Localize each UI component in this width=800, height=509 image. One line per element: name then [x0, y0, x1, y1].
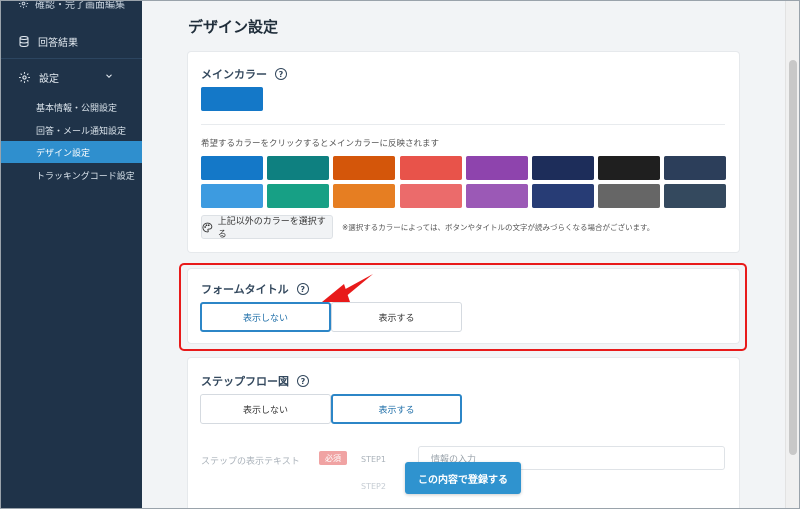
- sidebar-item-mail-settings[interactable]: 回答・メール通知設定: [0, 119, 142, 141]
- color-swatch[interactable]: [399, 184, 462, 208]
- palette-icon: [202, 222, 213, 232]
- sidebar-item-basic-info[interactable]: 基本情報・公開設定: [0, 96, 142, 118]
- step-flow-hide-button[interactable]: 表示しない: [200, 394, 331, 424]
- sidebar-item-label: 設定: [39, 73, 59, 85]
- color-hint-text: 希望するカラーをクリックするとメインカラーに反映されます: [201, 139, 440, 149]
- color-swatch[interactable]: [664, 184, 727, 208]
- color-swatch[interactable]: [598, 184, 661, 208]
- sidebar-item-confirm-edit[interactable]: 確認・完了画面編集: [0, 0, 142, 12]
- help-icon[interactable]: ?: [275, 68, 287, 80]
- color-swatch[interactable]: [532, 184, 594, 208]
- color-swatch[interactable]: [333, 156, 396, 180]
- scroll-thumb[interactable]: [789, 60, 797, 455]
- section-title-text: メインカラー: [201, 68, 267, 81]
- register-button[interactable]: この内容で登録する: [405, 462, 521, 494]
- help-icon[interactable]: ?: [296, 283, 309, 295]
- sidebar-item-label: デザイン設定: [36, 148, 91, 159]
- color-swatch[interactable]: [598, 156, 661, 180]
- gear-icon: [19, 71, 30, 83]
- color-swatch[interactable]: [267, 156, 330, 180]
- gear-icon: [18, 0, 29, 8]
- step-text-label: ステップの表示テキスト: [201, 457, 300, 467]
- sidebar-divider: [0, 58, 142, 59]
- sidebar-item-answer-results[interactable]: 回答結果: [0, 30, 142, 52]
- help-icon[interactable]: ?: [297, 375, 309, 387]
- database-icon: [19, 35, 29, 47]
- chevron-down-icon: [106, 74, 112, 78]
- sidebar-item-label: 回答結果: [38, 37, 78, 49]
- sidebar-item-label: トラッキングコード設定: [36, 171, 135, 182]
- section-title-text: ステップフロー図: [201, 375, 289, 388]
- required-badge: 必須: [319, 451, 347, 465]
- color-swatch[interactable]: [267, 184, 330, 208]
- sidebar-item-label: 回答・メール通知設定: [36, 126, 127, 137]
- main-color-title: メインカラー ?: [201, 66, 287, 82]
- color-swatch[interactable]: [465, 156, 528, 180]
- color-swatch[interactable]: [333, 184, 396, 208]
- main-color-card: メインカラー ? 希望するカラーをクリックするとメインカラーに反映されます 上記…: [188, 52, 739, 252]
- form-title-title: フォームタイトル ?: [201, 281, 309, 297]
- scrollbar[interactable]: [785, 0, 800, 509]
- page-title: デザイン設定: [188, 18, 279, 36]
- color-swatch[interactable]: [201, 184, 263, 208]
- sidebar-item-settings[interactable]: 設定: [0, 66, 142, 88]
- sidebar-item-label: 確認・完了画面編集: [35, 0, 125, 11]
- color-swatch[interactable]: [465, 184, 528, 208]
- color-swatch[interactable]: [201, 156, 263, 180]
- sidebar-item-label: 基本情報・公開設定: [36, 103, 118, 114]
- custom-color-label: 上記以外のカラーを選択する: [217, 217, 326, 240]
- color-note: ※選択するカラーによっては、ボタンやタイトルの文字が読みづらくなる場合がございま…: [342, 223, 655, 232]
- form-title-hide-button[interactable]: 表示しない: [200, 302, 331, 332]
- step-flow-show-button[interactable]: 表示する: [331, 394, 462, 424]
- red-arrow-icon: [322, 274, 373, 302]
- sidebar-item-design-settings[interactable]: デザイン設定: [0, 141, 142, 163]
- section-title-text: フォームタイトル: [201, 283, 289, 296]
- form-title-card: フォームタイトル ? 表示しない 表示する: [188, 269, 739, 343]
- custom-color-button[interactable]: 上記以外のカラーを選択する: [201, 215, 333, 240]
- color-swatch[interactable]: [399, 156, 462, 180]
- color-swatch[interactable]: [664, 156, 727, 180]
- step-flow-title: ステップフロー図 ?: [201, 373, 309, 389]
- sidebar-item-tracking-code[interactable]: トラッキングコード設定: [0, 164, 142, 186]
- sidebar: 確認・完了画面編集 回答結果 設定 基本情報・公開設定 回答・メール通知設定 デ…: [0, 0, 142, 509]
- color-swatch[interactable]: [532, 156, 594, 180]
- step2-label: STEP2: [361, 482, 386, 491]
- main-content: デザイン設定 メインカラー ? 希望するカラーをクリックするとメインカラーに反映…: [142, 0, 785, 509]
- selected-color-swatch: [201, 87, 263, 111]
- divider: [201, 124, 725, 125]
- step1-label: STEP1: [361, 455, 386, 464]
